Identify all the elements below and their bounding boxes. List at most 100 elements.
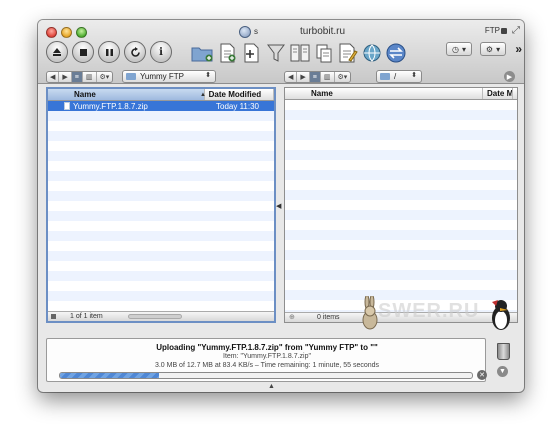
compare-panes-icon bbox=[290, 44, 310, 62]
info-button[interactable]: i bbox=[150, 41, 172, 63]
duplicate-button[interactable] bbox=[240, 40, 264, 66]
pause-icon bbox=[105, 48, 113, 56]
back-arrow-icon[interactable]: ◀ bbox=[47, 72, 60, 82]
transfer-item: Item: "Yummy.FTP.1.8.7.zip" bbox=[223, 353, 311, 360]
column-view-icon[interactable]: ▥ bbox=[83, 72, 97, 82]
transfer-title: Uploading "Yummy.FTP.1.8.7.zip" from "Yu… bbox=[156, 343, 378, 352]
pause-button[interactable] bbox=[98, 41, 120, 63]
left-column-header: Name Date Modified ▲ bbox=[48, 89, 274, 101]
server-globe-icon bbox=[239, 26, 251, 38]
trash-icon[interactable] bbox=[497, 343, 510, 360]
forward-arrow-icon[interactable]: ▶ bbox=[297, 72, 310, 82]
right-nav-segment[interactable]: ◀ ▶ ≡ ▥ ⚙▾ bbox=[284, 71, 352, 83]
sync-folders-icon bbox=[316, 44, 332, 63]
updown-arrows-icon: ⬍ bbox=[205, 72, 211, 79]
left-path-label: Yummy FTP bbox=[140, 72, 185, 81]
remote-file-pane[interactable]: Name Date M ⊕ 0 items bbox=[284, 87, 518, 323]
app-window: s turbobit.ru FTP ⤢ i ◷ ▾ ⚙ ▾ » ◀ ▶ ≡ ▥ … bbox=[38, 20, 524, 392]
gear-icon[interactable]: ⚙▾ bbox=[97, 72, 113, 82]
forward-arrow-icon[interactable]: ▶ bbox=[59, 72, 72, 82]
pane-splitter-arrow-icon[interactable]: ◀ bbox=[276, 202, 281, 210]
updown-arrows-icon: ⬍ bbox=[411, 72, 417, 79]
right-column-header: Name Date M bbox=[285, 88, 517, 100]
compare-button[interactable] bbox=[288, 40, 312, 66]
window-title: turbobit.ru bbox=[300, 26, 346, 37]
collapse-up-icon[interactable]: ▲ bbox=[268, 383, 275, 390]
ftp-badge: FTP bbox=[484, 26, 500, 35]
add-icon[interactable]: ⊕ bbox=[289, 313, 295, 321]
resize-corner-icon[interactable] bbox=[51, 314, 56, 319]
folder-icon bbox=[380, 73, 390, 80]
toolbar-overflow-icon[interactable]: » bbox=[515, 42, 522, 56]
file-name-cell: Yummy.FTP.1.8.7.zip bbox=[48, 102, 206, 111]
refresh-icon bbox=[130, 46, 140, 57]
minimize-window-button[interactable] bbox=[61, 27, 72, 38]
new-folder-button[interactable] bbox=[190, 40, 214, 66]
list-view-icon[interactable]: ≡ bbox=[71, 72, 83, 82]
chevron-down-icon: ▾ bbox=[496, 44, 501, 54]
title-prefix: s bbox=[254, 27, 258, 36]
transfer-stats: 3.0 MB of 12.7 MB at 83.4 KB/s – Time re… bbox=[154, 362, 380, 369]
left-view-controls: ◀ ▶ ≡ ▥ ⚙▾ bbox=[46, 70, 114, 84]
right-item-count: 0 items bbox=[317, 314, 340, 321]
new-file-button[interactable] bbox=[216, 40, 240, 66]
transfer-arrows-icon bbox=[386, 43, 406, 63]
cancel-transfer-icon[interactable]: ✕ bbox=[477, 370, 487, 380]
filter-funnel-icon bbox=[267, 44, 285, 62]
folder-icon bbox=[126, 73, 136, 80]
web-button[interactable] bbox=[360, 40, 384, 66]
left-item-count: 1 of 1 item bbox=[70, 313, 103, 320]
penguin-mascot-icon bbox=[492, 300, 510, 330]
zip-file-icon bbox=[64, 102, 70, 110]
clock-icon: ◷ bbox=[452, 44, 459, 54]
lock-icon bbox=[501, 28, 507, 34]
right-path-popup[interactable]: / ⬍ bbox=[376, 70, 422, 83]
history-button[interactable]: ◷ ▾ bbox=[446, 42, 472, 56]
left-pane-footer: 1 of 1 item bbox=[48, 311, 274, 321]
stop-button[interactable] bbox=[72, 41, 94, 63]
file-name: Yummy.FTP.1.8.7.zip bbox=[73, 101, 148, 111]
local-file-pane[interactable]: Name Date Modified ▲ Yummy.FTP.1.8.7.zip… bbox=[46, 87, 276, 323]
transfer-progress-fill bbox=[60, 373, 159, 378]
refresh-button[interactable] bbox=[124, 41, 146, 63]
list-view-icon[interactable]: ≡ bbox=[309, 72, 321, 82]
watermark-text: SWER.RU bbox=[378, 300, 480, 322]
sort-ascending-icon: ▲ bbox=[200, 92, 206, 98]
name-column-header[interactable]: Name bbox=[48, 89, 205, 100]
file-row[interactable]: Yummy.FTP.1.8.7.zip Today 11:30 bbox=[48, 101, 274, 111]
edit-document-icon bbox=[339, 43, 358, 63]
new-file-icon bbox=[220, 43, 236, 63]
date-column-header[interactable]: Date Modified bbox=[205, 89, 274, 100]
file-date: Today 11:30 bbox=[216, 101, 259, 111]
duplicate-file-icon bbox=[244, 43, 259, 63]
gear-icon[interactable]: ⚙▾ bbox=[335, 72, 351, 82]
horizontal-scrollbar[interactable] bbox=[128, 314, 182, 319]
left-nav-segment[interactable]: ◀ ▶ ≡ ▥ ⚙▾ bbox=[46, 71, 114, 83]
sync-button[interactable] bbox=[312, 40, 336, 66]
date-column-header[interactable]: Date M bbox=[483, 88, 513, 99]
gear-icon: ⚙ bbox=[485, 44, 494, 54]
left-path-popup[interactable]: Yummy FTP ⬍ bbox=[122, 70, 216, 83]
transfer-progress-bar bbox=[59, 372, 473, 379]
expand-down-icon[interactable]: ▼ bbox=[497, 366, 508, 377]
action-menu-button[interactable]: ⚙ ▾ bbox=[480, 42, 506, 56]
zoom-window-button[interactable] bbox=[76, 27, 87, 38]
web-globe-icon bbox=[363, 44, 381, 62]
eject-icon bbox=[53, 48, 61, 56]
column-view-icon[interactable]: ▥ bbox=[321, 72, 335, 82]
filter-button[interactable] bbox=[264, 40, 288, 66]
stop-icon bbox=[79, 48, 87, 56]
edit-button[interactable] bbox=[336, 40, 360, 66]
name-column-header[interactable]: Name bbox=[285, 88, 483, 99]
eject-button[interactable] bbox=[46, 41, 68, 63]
transfer-button[interactable] bbox=[384, 40, 408, 66]
close-window-button[interactable] bbox=[46, 27, 57, 38]
go-arrow-icon[interactable]: ▶ bbox=[504, 71, 515, 82]
right-file-list bbox=[285, 100, 517, 312]
chevron-down-icon: ▾ bbox=[461, 44, 466, 54]
back-arrow-icon[interactable]: ◀ bbox=[285, 72, 298, 82]
info-icon: i bbox=[159, 46, 163, 58]
new-folder-icon bbox=[191, 47, 213, 62]
fullscreen-icon[interactable]: ⤢ bbox=[512, 25, 520, 36]
transfer-panel: Uploading "Yummy.FTP.1.8.7.zip" from "Yu… bbox=[46, 338, 487, 382]
